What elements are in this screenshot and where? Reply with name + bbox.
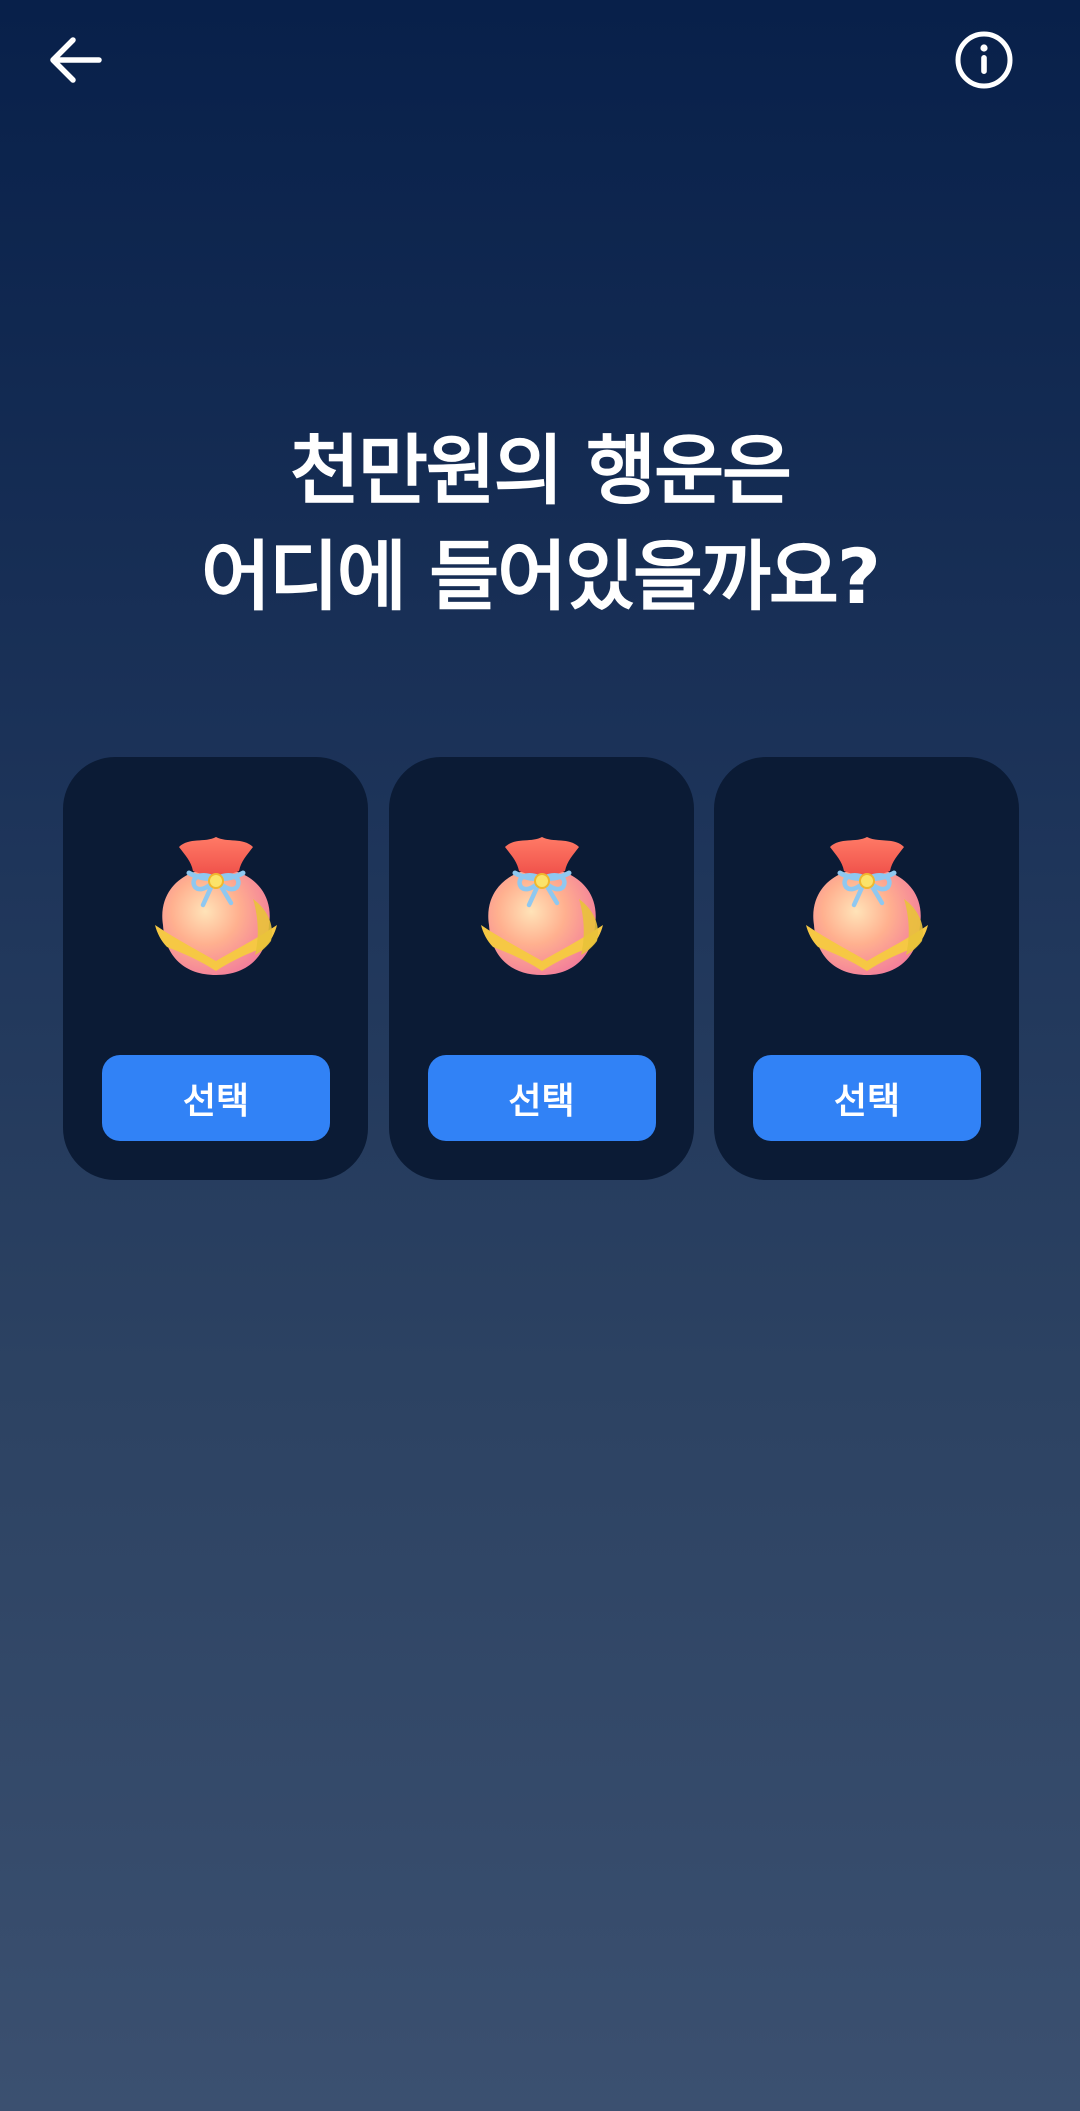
lucky-pouch-icon [806, 837, 928, 975]
pouch-card: 선택 [714, 757, 1019, 1180]
top-bar [0, 0, 1080, 120]
headline-line-1: 천만원의 행운은 [290, 426, 792, 515]
arrow-left-icon [50, 37, 102, 83]
headline-line-2: 어디에 들어있을까요? [201, 532, 881, 621]
pouch-card: 선택 [63, 757, 368, 1180]
pouch-card: 선택 [388, 757, 694, 1180]
info-button[interactable] [952, 28, 1016, 92]
headline: 천만원의 행운은 어디에 들어있을까요? [0, 418, 1080, 630]
pouch-card-list: 선택 선택 선택 [63, 757, 1019, 1180]
info-circle-icon [955, 31, 1013, 89]
select-button[interactable]: 선택 [753, 1055, 981, 1141]
select-button[interactable]: 선택 [427, 1055, 656, 1141]
select-button[interactable]: 선택 [102, 1055, 330, 1141]
lucky-pouch-icon [480, 837, 603, 975]
lucky-pouch-icon [155, 837, 277, 975]
back-button[interactable] [40, 30, 110, 90]
